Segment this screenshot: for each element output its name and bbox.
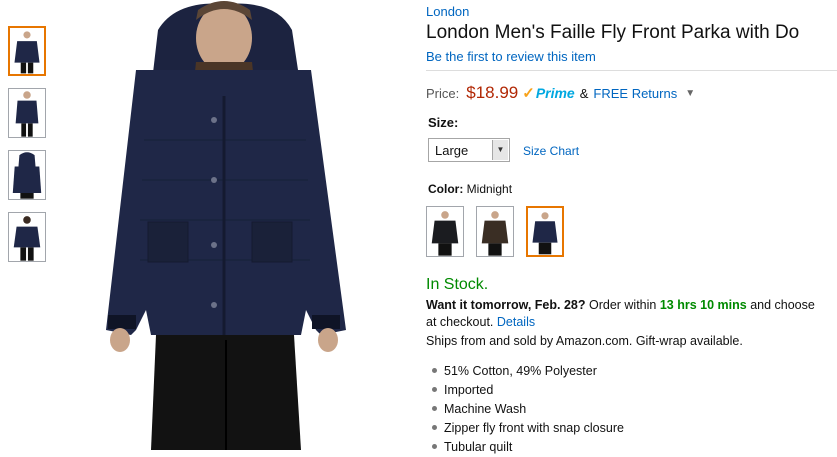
feature-item: Zipper fly front with snap closure: [432, 419, 624, 438]
feature-item: Machine Wash: [432, 400, 624, 419]
thumbnail-back[interactable]: [8, 212, 46, 262]
thumbnail-side[interactable]: [8, 88, 46, 138]
and-choose-text: and choose: [750, 298, 815, 312]
countdown-text: 13 hrs 10 mins: [659, 298, 747, 312]
want-it-text: Want it tomorrow, Feb. 28?: [426, 298, 586, 312]
feature-item: Imported: [432, 381, 624, 400]
price-label: Price:: [426, 85, 460, 101]
thumbnail-front[interactable]: [8, 26, 46, 76]
feature-text: Machine Wash: [444, 402, 527, 416]
price-value: $18.99: [466, 83, 519, 102]
chevron-down-icon[interactable]: ▼: [685, 88, 695, 99]
swatch-midnight[interactable]: [526, 206, 564, 257]
color-label: Color:: [428, 182, 464, 196]
bullet-icon: [432, 425, 437, 431]
prime-label: Prime: [535, 85, 575, 101]
jacket-black-icon: [427, 207, 463, 256]
feature-text: Zipper fly front with snap closure: [444, 421, 624, 435]
feature-item: 51% Cotton, 49% Polyester: [432, 362, 624, 381]
order-within-text: Order within: [588, 298, 657, 312]
feature-text: 51% Cotton, 49% Polyester: [444, 364, 597, 378]
size-selected-value: Large: [435, 143, 469, 158]
bullet-icon: [432, 368, 437, 374]
price-row: Price: $18.99 ✓ Prime & FREE Returns ▼: [426, 83, 695, 103]
dropdown-arrow-icon[interactable]: ▼: [492, 140, 508, 160]
bullet-icon: [432, 444, 437, 450]
swatch-brown[interactable]: [476, 206, 514, 257]
size-label: Size:: [428, 115, 459, 130]
jacket-side-image: [9, 89, 45, 137]
jacket-midnight-icon: [528, 208, 562, 255]
main-product-image[interactable]: [96, 0, 356, 450]
color-swatches: [426, 206, 576, 257]
details-link[interactable]: Details: [497, 315, 535, 329]
swatch-black[interactable]: [426, 206, 464, 257]
product-title: London Men's Faille Fly Front Parka with…: [426, 22, 800, 43]
bullet-icon: [432, 387, 437, 393]
checkout-line: at checkout. Details: [426, 315, 535, 329]
jacket-front-image: [10, 28, 44, 74]
size-dropdown[interactable]: Large ▼: [428, 138, 510, 162]
free-returns-link[interactable]: FREE Returns: [593, 86, 677, 101]
color-selected-value: Midnight: [466, 182, 513, 196]
jacket-hood-image: [9, 151, 45, 199]
feature-list: 51% Cotton, 49% Polyester Imported Machi…: [432, 362, 624, 457]
ships-from-text: Ships from and sold by Amazon.com. Gift-…: [426, 334, 743, 348]
feature-item: Tubular quilt: [432, 438, 624, 457]
at-checkout-text: at checkout.: [426, 315, 494, 329]
jacket-back-image: [9, 213, 45, 261]
divider: [426, 70, 837, 71]
size-chart-link[interactable]: Size Chart: [523, 144, 579, 158]
delivery-line: Want it tomorrow, Feb. 28? Order within …: [426, 296, 815, 315]
prime-check-icon: ✓: [522, 85, 535, 102]
parka-model-photo: [96, 0, 356, 450]
jacket-brown-icon: [477, 207, 513, 256]
color-row: Color: Midnight: [428, 182, 512, 196]
thumbnail-strip: [8, 26, 50, 274]
thumbnail-hood[interactable]: [8, 150, 46, 200]
prime-badge: ✓ Prime: [522, 84, 575, 102]
feature-text: Imported: [444, 383, 494, 397]
review-link[interactable]: Be the first to review this item: [426, 49, 596, 64]
feature-text: Tubular quilt: [444, 440, 513, 454]
bullet-icon: [432, 406, 437, 412]
ampersand-text: &: [579, 85, 589, 101]
brand-link[interactable]: London: [426, 4, 469, 19]
stock-status: In Stock.: [426, 276, 489, 293]
